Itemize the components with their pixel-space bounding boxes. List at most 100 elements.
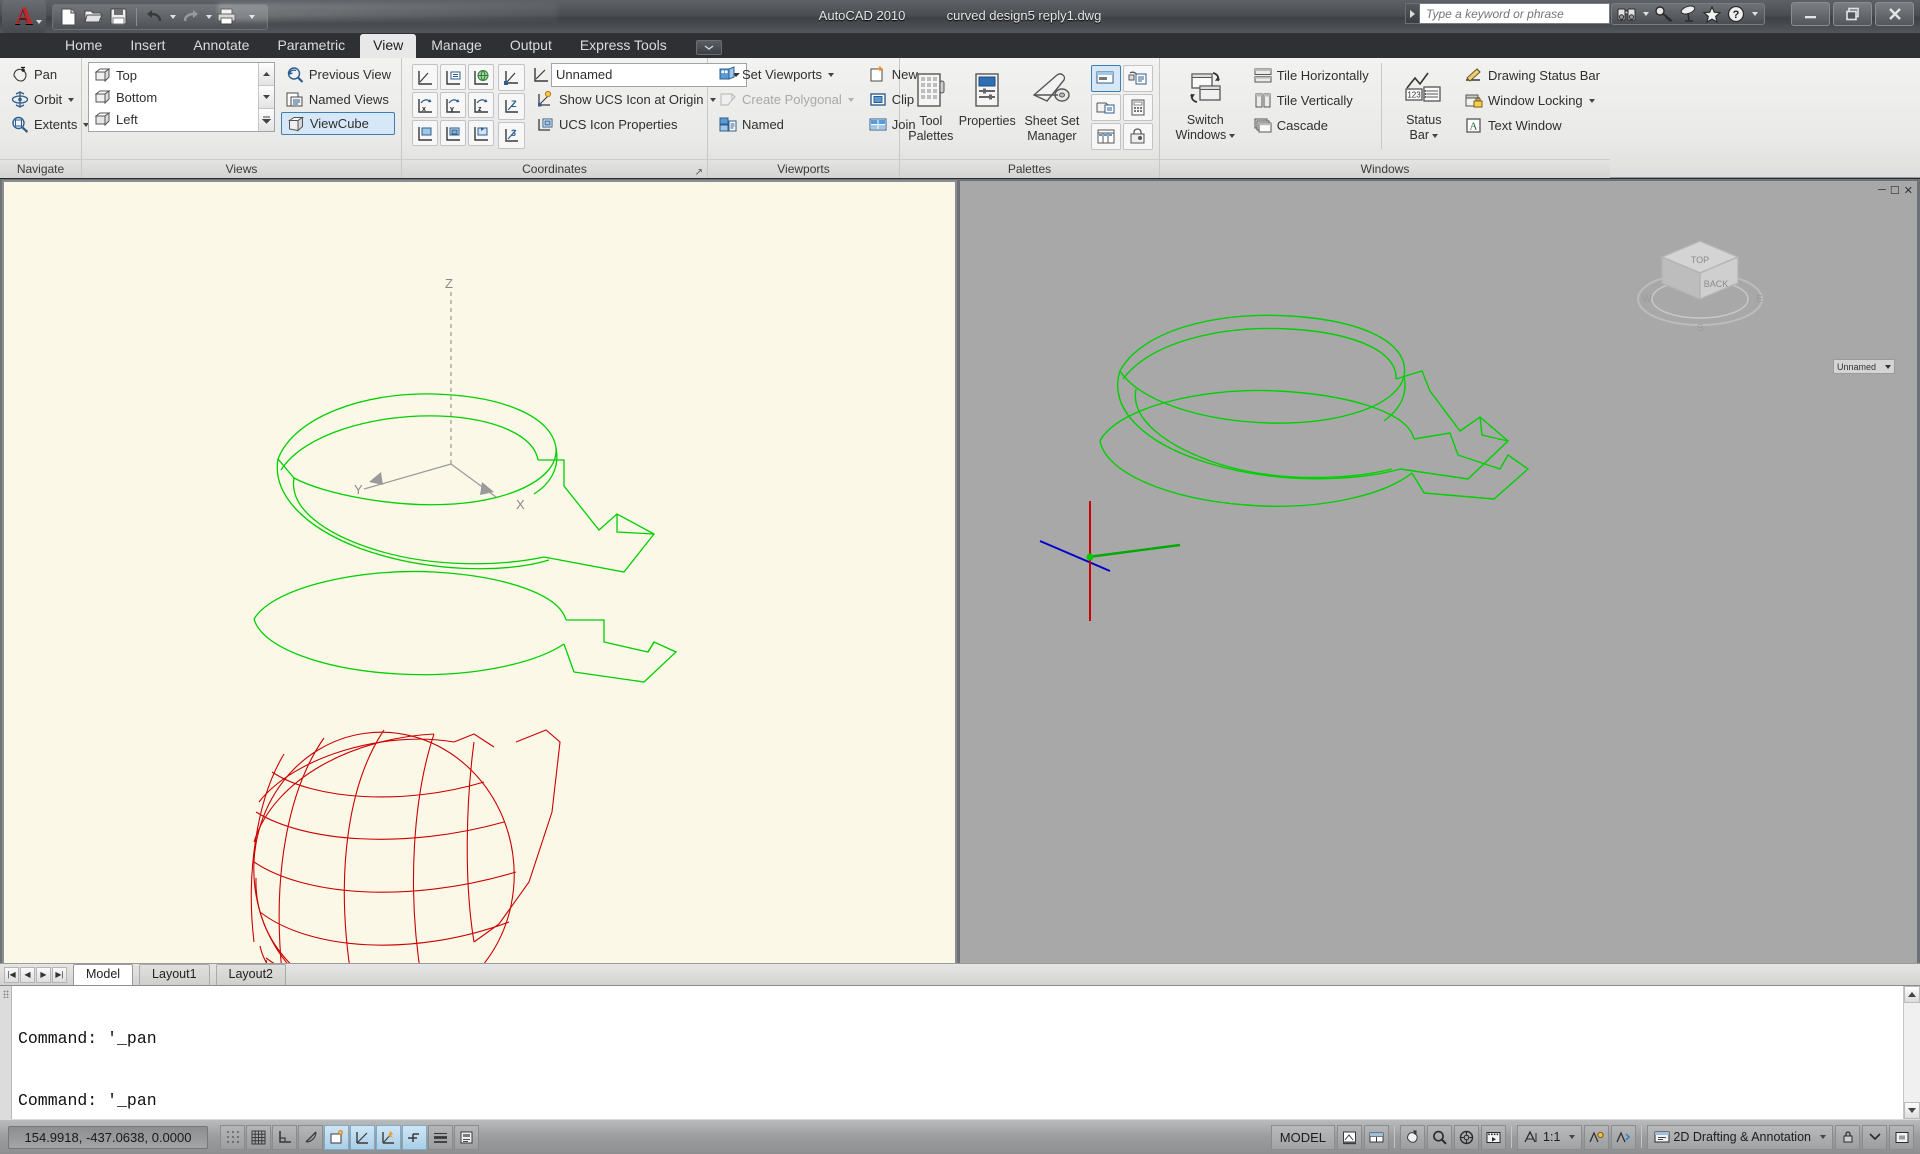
dynamic-ucs-icon[interactable]: [376, 1124, 401, 1150]
ucs-z-axis-icon[interactable]: Z: [498, 93, 525, 120]
ribbon-item-drawing-status-bar[interactable]: Drawing Status Bar: [1460, 63, 1604, 88]
switch-windows-button[interactable]: Switch Windows: [1166, 63, 1245, 143]
restore-button[interactable]: [1833, 2, 1872, 26]
properties-button[interactable]: Properties: [956, 64, 1019, 129]
tab-output[interactable]: Output: [497, 34, 565, 58]
ribbon-item-previous-view[interactable]: Previous View: [281, 62, 395, 87]
chevron-down-icon[interactable]: [1588, 98, 1595, 103]
help-dropdown-icon[interactable]: [1751, 12, 1758, 16]
search-input[interactable]: [1420, 3, 1610, 24]
ucs-icon[interactable]: [412, 64, 438, 90]
chevron-down-icon[interactable]: [847, 97, 854, 102]
tab-view[interactable]: View: [360, 34, 417, 58]
object-snap-icon[interactable]: [324, 1124, 349, 1150]
clean-screen-icon[interactable]: [1889, 1124, 1914, 1150]
ribbon-item-viewcube[interactable]: ViewCube: [280, 112, 395, 135]
scroll-down-icon[interactable]: [258, 86, 274, 109]
ribbon-item-extents[interactable]: Extents: [6, 112, 93, 137]
chevron-down-icon[interactable]: [1820, 1135, 1826, 1139]
ribbon-item-orbit[interactable]: Orbit: [6, 87, 93, 112]
materials-browser-icon[interactable]: [1123, 123, 1153, 150]
viewport-minimize-button[interactable]: ─: [1878, 184, 1886, 197]
viewport-view-selector[interactable]: Unnamed: [1833, 359, 1895, 374]
communication-center-icon[interactable]: [1677, 4, 1699, 24]
application-menu-button[interactable]: A: [2, 0, 46, 33]
help-icon[interactable]: ?: [1725, 4, 1747, 24]
external-references-icon[interactable]: [1123, 65, 1153, 92]
annotation-visibility-icon[interactable]: [1584, 1124, 1610, 1150]
coordinates-display[interactable]: 154.9918, -437.0638, 0.0000: [8, 1125, 208, 1149]
command-line-grip[interactable]: [0, 986, 12, 1119]
views-list-item-bottom[interactable]: Bottom: [89, 86, 258, 108]
ribbon-item-named-views[interactable]: Named Views: [281, 87, 395, 112]
quick-properties-icon[interactable]: [454, 1124, 479, 1150]
layout-nav-prev[interactable]: ◀: [20, 966, 35, 983]
showmotion-icon[interactable]: [1481, 1124, 1507, 1150]
qat-plot-button[interactable]: [214, 6, 239, 28]
qat-open-button[interactable]: [81, 6, 106, 28]
views-list-scrollbar[interactable]: [257, 63, 274, 131]
markup-set-manager-icon[interactable]: [1091, 94, 1121, 121]
qat-new-button[interactable]: [56, 6, 81, 28]
zoom-icon[interactable]: [1427, 1124, 1453, 1150]
dashboard-icon[interactable]: [1091, 65, 1121, 92]
tab-parametric[interactable]: Parametric: [264, 34, 358, 58]
chevron-down-icon[interactable]: [1569, 1135, 1576, 1139]
layout-nav-first[interactable]: |◀: [4, 966, 19, 983]
tab-insert[interactable]: Insert: [117, 34, 178, 58]
tab-manage[interactable]: Manage: [418, 34, 495, 58]
views-list[interactable]: Top Bottom Left: [88, 62, 275, 132]
sign-in-key-icon[interactable]: [1653, 4, 1675, 24]
layout-tab-model[interactable]: Model: [73, 964, 134, 985]
favorites-star-icon[interactable]: [1701, 4, 1723, 24]
ribbon-item-tile-vertically[interactable]: Tile Vertically: [1249, 88, 1373, 113]
left-viewport[interactable]: Z Y X: [2, 180, 957, 1043]
snap-mode-icon[interactable]: [220, 1124, 245, 1150]
ribbon-item-set-viewports[interactable]: Set Viewports: [714, 62, 858, 87]
chevron-down-icon[interactable]: [1229, 133, 1236, 138]
infocenter-icon[interactable]: [1616, 4, 1638, 24]
qat-redo-button[interactable]: [178, 6, 203, 28]
grid-display-icon[interactable]: [246, 1124, 271, 1150]
layout-nav-last[interactable]: ▶|: [52, 966, 67, 983]
ribbon-item-text-window[interactable]: A Text Window: [1460, 113, 1604, 138]
ucs-face-icon[interactable]: [412, 120, 438, 146]
scroll-up-icon[interactable]: [1904, 986, 1920, 1003]
qat-redo-dropdown-icon[interactable]: [205, 14, 212, 19]
ribbon-item-tile-horizontally[interactable]: Tile Horizontally: [1249, 63, 1373, 88]
layout-nav-next[interactable]: ▶: [36, 966, 51, 983]
ucs-view-icon[interactable]: [468, 120, 494, 146]
quick-view-layouts-icon[interactable]: [1364, 1124, 1390, 1150]
ucs-named-icon[interactable]: [440, 64, 466, 90]
ucs-y-icon[interactable]: y: [440, 92, 466, 118]
ribbon-minimize-button[interactable]: [695, 40, 722, 55]
dbconnect-icon[interactable]: [1091, 123, 1121, 150]
ortho-mode-icon[interactable]: [272, 1124, 297, 1150]
ribbon-item-pan[interactable]: Pan: [6, 62, 93, 87]
infocenter-dropdown-icon[interactable]: [1642, 12, 1649, 16]
tab-annotate[interactable]: Annotate: [180, 34, 262, 58]
sheet-set-manager-button[interactable]: Sheet Set Manager: [1019, 64, 1085, 144]
tab-home[interactable]: Home: [52, 34, 115, 58]
ucs-3point-icon[interactable]: 3: [498, 122, 525, 149]
tab-express-tools[interactable]: Express Tools: [567, 34, 680, 58]
dynamic-input-icon[interactable]: [402, 1124, 427, 1150]
ucs-world-icon[interactable]: [468, 64, 494, 90]
qat-customize-button[interactable]: [239, 6, 264, 28]
ucs-x-icon[interactable]: x: [412, 92, 438, 118]
steering-wheel-icon[interactable]: [1454, 1124, 1480, 1150]
ribbon-item-window-locking[interactable]: Window Locking: [1460, 88, 1604, 113]
chevron-down-icon[interactable]: [1432, 133, 1438, 138]
pan-icon[interactable]: [1400, 1124, 1426, 1150]
autoscale-icon[interactable]: [1611, 1124, 1637, 1150]
views-list-item-left[interactable]: Left: [89, 108, 258, 130]
close-button[interactable]: [1875, 2, 1914, 26]
ribbon-item-named-viewports[interactable]: Named: [714, 112, 858, 137]
object-snap-tracking-icon[interactable]: [350, 1124, 375, 1150]
qat-undo-dropdown-icon[interactable]: [169, 14, 176, 19]
layout-tab-layout2[interactable]: Layout2: [215, 964, 287, 985]
chevron-down-icon[interactable]: [68, 97, 75, 102]
toolbar-lock-icon[interactable]: [1835, 1124, 1860, 1150]
qat-undo-button[interactable]: [142, 6, 167, 28]
ucs-z-icon[interactable]: z: [468, 92, 494, 118]
